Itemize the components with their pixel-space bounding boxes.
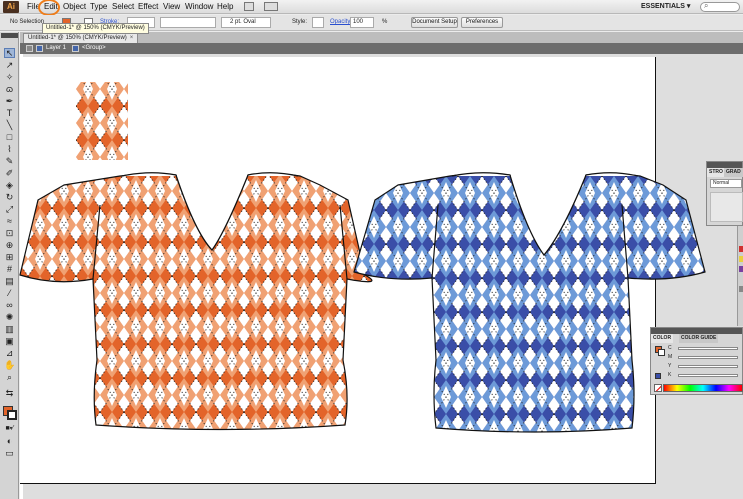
- yellow-label: Y: [668, 363, 672, 369]
- black-track[interactable]: [678, 374, 738, 377]
- black-label: K: [668, 372, 672, 378]
- collapsed-panel-dock: [737, 226, 743, 326]
- tab-color[interactable]: COLOR: [651, 334, 674, 343]
- dock-icon[interactable]: [739, 286, 743, 292]
- slider-cyan[interactable]: C: [668, 345, 743, 352]
- fill-stroke-swatch-icon[interactable]: [655, 346, 665, 356]
- cyan-label: C: [668, 345, 672, 351]
- magenta-label: M: [668, 354, 673, 360]
- document-tooltip: Untitled-1* @ 150% (CMYK/Preview): [42, 23, 149, 34]
- slider-black[interactable]: K: [668, 372, 743, 379]
- stroke-gradient-panel: STRO GRAD Normal: [706, 161, 743, 226]
- panel-preview: [710, 192, 743, 222]
- cyan-track[interactable]: [678, 347, 738, 350]
- color-spectrum-bar[interactable]: [663, 384, 743, 392]
- last-color-swatch[interactable]: [655, 373, 661, 379]
- stroke-icon[interactable]: [658, 349, 665, 356]
- color-panel: COLOR COLOR GUIDE C M Y K: [650, 327, 743, 395]
- tab-color-guide[interactable]: COLOR GUIDE: [679, 334, 719, 343]
- slider-magenta[interactable]: M: [668, 354, 743, 361]
- blend-mode-select[interactable]: Normal: [710, 179, 742, 188]
- tab-stroke[interactable]: STRO: [707, 168, 725, 177]
- dock-swatch-purple[interactable]: [739, 266, 743, 272]
- orange-argyle-shirt[interactable]: [19, 172, 373, 431]
- dock-swatch-yellow[interactable]: [739, 256, 743, 262]
- artwork-layer: [19, 82, 706, 433]
- dock-swatch-red[interactable]: [739, 246, 743, 252]
- magenta-track[interactable]: [678, 356, 738, 359]
- yellow-track[interactable]: [678, 365, 738, 368]
- none-color-icon[interactable]: [654, 384, 662, 392]
- slider-yellow[interactable]: Y: [668, 363, 743, 370]
- tab-gradient[interactable]: GRAD: [724, 168, 743, 177]
- pattern-swatch-tile[interactable]: [76, 82, 128, 160]
